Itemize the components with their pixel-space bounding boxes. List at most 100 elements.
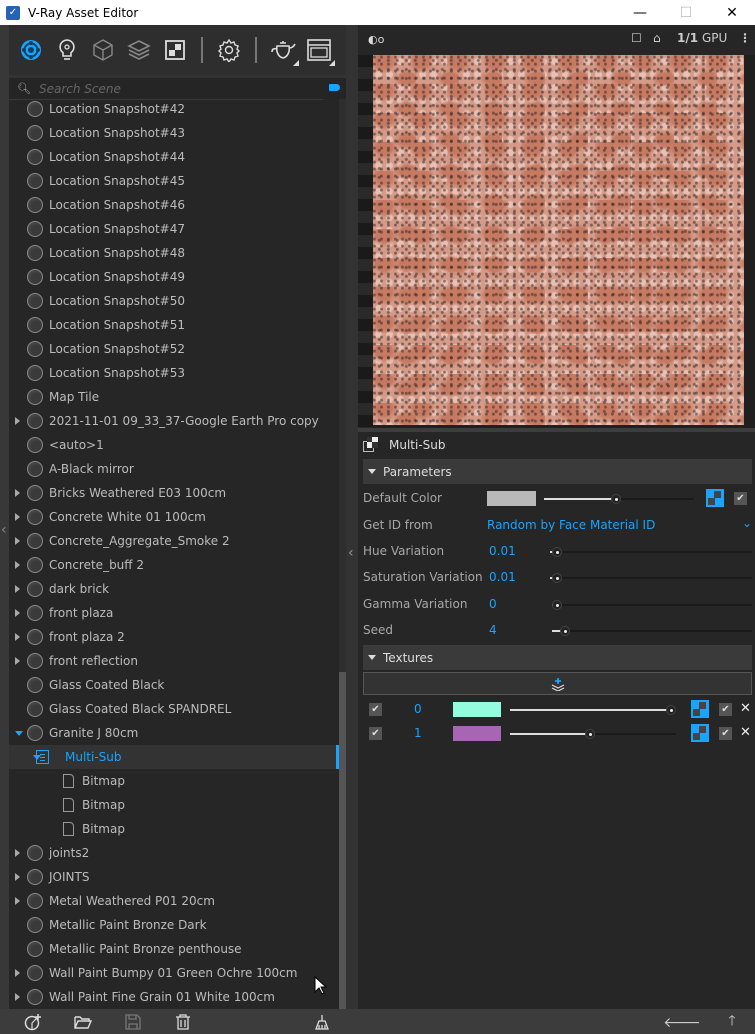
tree-item[interactable]: dark brick [9,577,339,601]
slider-knob[interactable] [552,600,562,610]
preview-scene-teapot-icon[interactable]: ⌂ [653,31,661,45]
tree-item[interactable]: Map Tile [9,385,339,409]
panel-splitter[interactable]: ‹ [346,25,358,1009]
expand-arrow-right-icon[interactable] [15,633,20,641]
tree-item[interactable]: Wall Paint Bumpy 01 Green Ochre 100cm [9,961,339,985]
remove-texture-icon[interactable]: ✕ [740,701,751,716]
tree-item[interactable]: Concrete_buff 2 [9,553,339,577]
texture-slot-checkbox[interactable]: ✔ [719,727,732,740]
texture-slot-button[interactable] [691,700,709,718]
tree-item[interactable]: Location Snapshot#53 [9,361,339,385]
expand-arrow-right-icon[interactable] [15,993,20,1001]
seed-value[interactable]: 4 [489,623,497,637]
tree-item[interactable]: Concrete White 01 100cm [9,505,339,529]
close-button[interactable]: ✕ [709,0,755,25]
hue-variation-slider[interactable] [550,547,752,557]
texture-slot-checkbox[interactable]: ✔ [719,703,732,716]
slider-knob[interactable] [666,705,676,715]
resolution-button[interactable]: 1/1 [677,31,698,45]
collapse-left-arrow-icon[interactable]: ‹ [1,522,7,538]
tree-item[interactable]: A-Black mirror [9,457,339,481]
tree-item[interactable]: Bitmap [9,769,339,793]
tree-item[interactable]: JOINTS [9,865,339,889]
expand-arrow-right-icon[interactable] [15,609,20,617]
tree-item[interactable]: Glass Coated Black [9,673,339,697]
expand-arrow-right-icon[interactable] [15,489,20,497]
frame-buffer-button[interactable] [301,32,337,68]
expand-arrow-right-icon[interactable] [15,849,20,857]
tree-item[interactable]: Location Snapshot#46 [9,193,339,217]
tree-item[interactable]: front reflection [9,649,339,673]
maximize-button[interactable]: ☐ [663,0,709,25]
expand-arrow-right-icon[interactable] [15,561,20,569]
render-button[interactable] [265,32,301,68]
tree-item-selected[interactable]: Multi-Sub [9,745,339,769]
tree-item[interactable]: Location Snapshot#51 [9,313,339,337]
collapse-panel-arrow-icon[interactable]: ‹ [348,545,354,561]
tree-item[interactable]: Glass Coated Black SPANDREL [9,697,339,721]
preview-options-icon[interactable]: ◐o [368,33,384,46]
add-texture-button[interactable] [363,672,752,695]
expand-arrow-down-icon[interactable] [15,730,23,736]
expand-arrow-right-icon[interactable] [15,537,20,545]
tree-item[interactable]: Location Snapshot#42 [9,99,339,121]
slider-knob[interactable] [559,626,570,636]
seed-slider[interactable] [552,626,752,636]
slider-knob[interactable] [551,547,562,557]
tree-item[interactable]: Location Snapshot#50 [9,289,339,313]
texture-slider[interactable] [510,705,676,715]
purge-unused-button[interactable] [313,1013,331,1031]
tree-item[interactable]: Location Snapshot#52 [9,337,339,361]
minimize-button[interactable]: — [617,0,663,25]
texture-slider[interactable] [510,729,676,739]
tree-item[interactable]: Granite J 80cm [9,721,339,745]
search-input[interactable] [38,81,309,96]
tree-item[interactable]: Location Snapshot#44 [9,145,339,169]
gamma-variation-value[interactable]: 0 [489,597,497,611]
materials-tab[interactable] [13,32,49,68]
slider-knob[interactable] [611,494,622,504]
default-color-slider[interactable] [544,494,694,504]
tree-item[interactable]: Location Snapshot#47 [9,217,339,241]
tree-item[interactable]: Wall Paint Fine Grain 01 White 100cm [9,985,339,1009]
tree-item[interactable]: Bitmap [9,793,339,817]
region-render-icon[interactable]: ☐ [631,31,642,45]
settings-tab[interactable] [211,32,247,68]
texture-slot-button[interactable] [691,724,709,742]
saturation-variation-value[interactable]: 0.01 [489,570,516,584]
default-color-swatch[interactable] [487,491,536,506]
tree-item[interactable]: Location Snapshot#45 [9,169,339,193]
gamma-variation-slider[interactable] [552,600,752,610]
texture-color-swatch[interactable] [453,726,501,741]
tree-item[interactable]: Location Snapshot#49 [9,265,339,289]
texture-id[interactable]: 1 [414,726,422,740]
tree-item[interactable]: Concrete_Aggregate_Smoke 2 [9,529,339,553]
tree-item[interactable]: Metal Weathered P01 20cm [9,889,339,913]
slider-knob[interactable] [584,729,595,739]
slider-knob[interactable] [551,573,562,583]
tree-item[interactable]: <auto>1 [9,433,339,457]
expand-arrow-right-icon[interactable] [15,585,20,593]
expand-arrow-right-icon[interactable] [15,417,20,425]
texture-enable-checkbox[interactable]: ✔ [369,727,382,740]
save-button[interactable] [124,1013,142,1031]
tree-item[interactable]: joints2 [9,841,339,865]
tree-item[interactable]: Location Snapshot#43 [9,121,339,145]
get-id-from-dropdown[interactable]: Random by Face Material ID ⌄ [487,515,752,535]
back-button[interactable]: 🡐 [663,1013,701,1031]
default-color-texture-button[interactable] [706,489,724,507]
tree-item[interactable]: Location Snapshot#48 [9,241,339,265]
tree-item[interactable]: 2021-11-01 09_33_37-Google Earth Pro cop… [9,409,339,433]
tree-item[interactable]: Bricks Weathered E03 100cm [9,481,339,505]
engine-button[interactable]: GPU [702,31,727,45]
parameters-section-header[interactable]: Parameters [363,459,752,484]
lights-tab[interactable] [49,32,85,68]
texture-enable-checkbox[interactable]: ✔ [369,703,382,716]
more-options-icon[interactable]: ⋮ [739,31,751,45]
hue-variation-value[interactable]: 0.01 [489,544,516,558]
up-button[interactable]: 🡑 [723,1013,741,1031]
create-asset-button[interactable] [24,1013,42,1031]
tree-item[interactable]: Metallic Paint Bronze Dark [9,913,339,937]
expand-arrow-right-icon[interactable] [15,513,20,521]
filter-tag-icon[interactable] [329,84,340,91]
